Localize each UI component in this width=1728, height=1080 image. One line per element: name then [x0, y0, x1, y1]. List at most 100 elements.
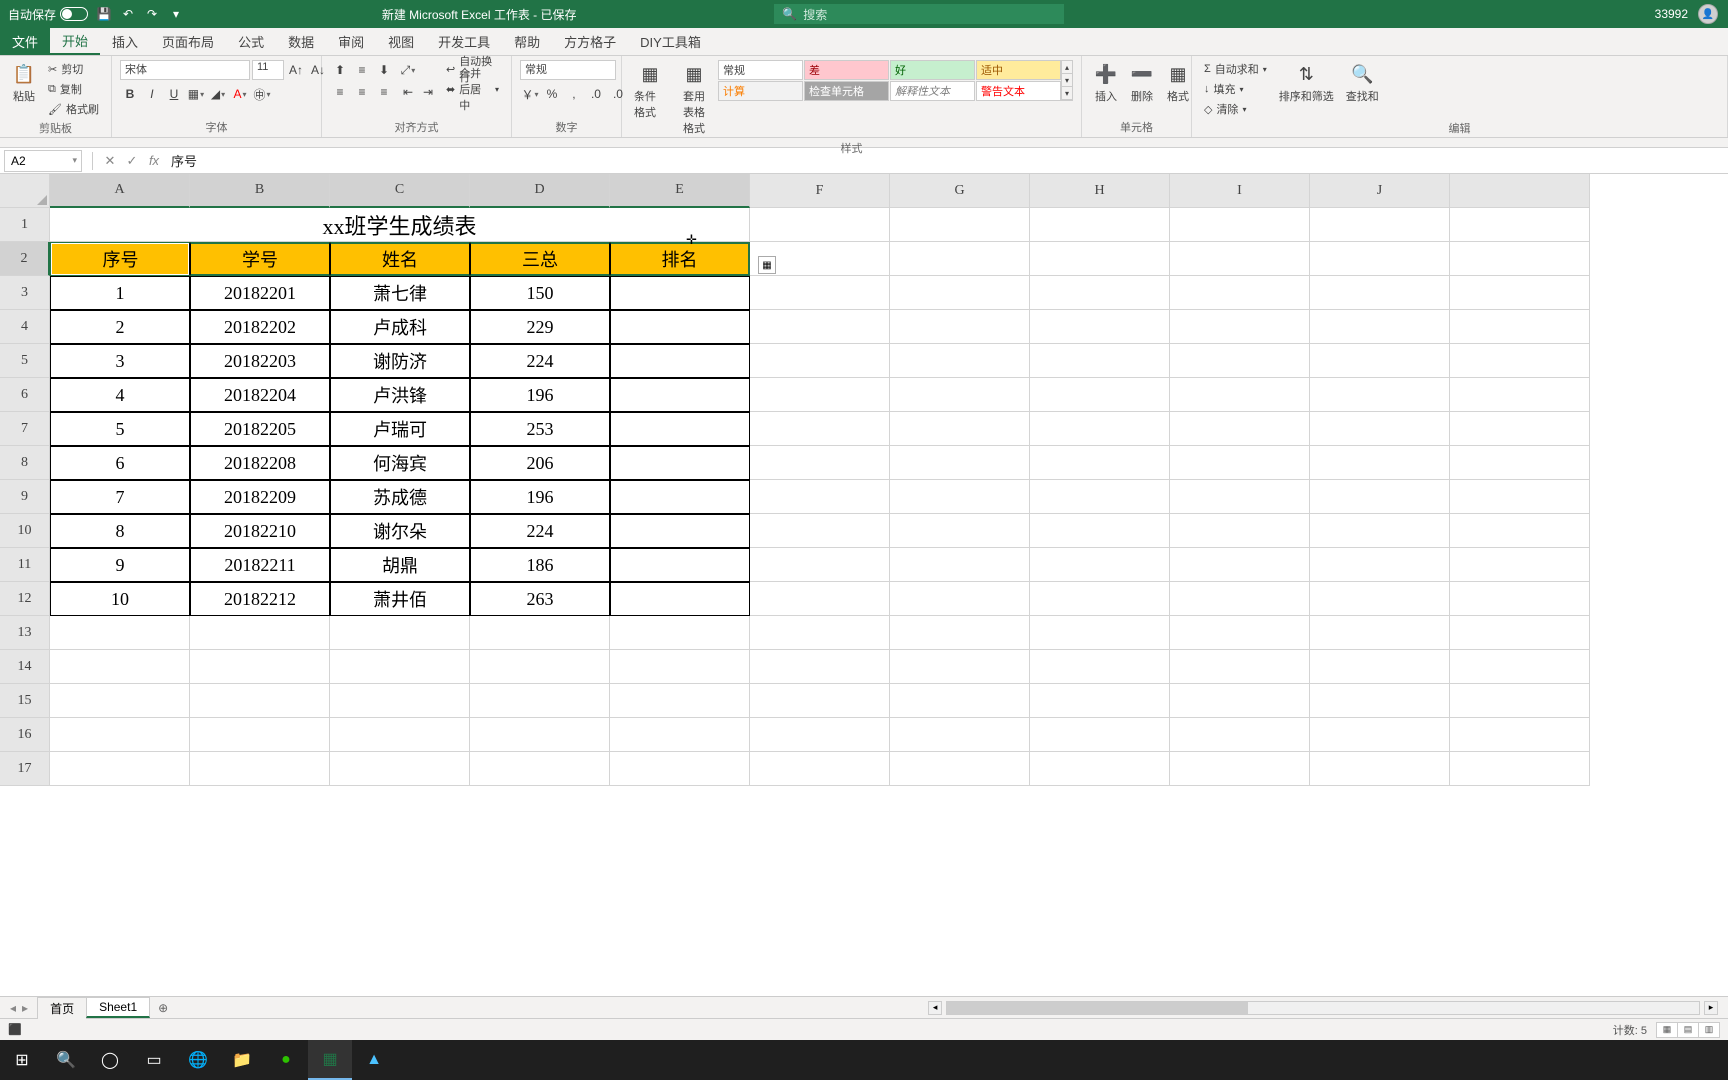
- accept-formula-icon[interactable]: ✓: [121, 153, 143, 169]
- conditional-formatting-button[interactable]: ▦ 条件格式: [630, 60, 670, 122]
- cell[interactable]: [750, 752, 890, 786]
- cell[interactable]: [1030, 548, 1170, 582]
- cell[interactable]: [1170, 310, 1310, 344]
- row-head-1[interactable]: 1: [0, 208, 50, 242]
- row-head-13[interactable]: 13: [0, 616, 50, 650]
- style-warn[interactable]: 警告文本: [976, 81, 1061, 101]
- format-as-table-button[interactable]: ▦ 套用 表格格式: [674, 60, 714, 138]
- cell[interactable]: [1450, 446, 1590, 480]
- redo-icon[interactable]: ↷: [144, 6, 160, 22]
- cell-r12-c4[interactable]: [610, 582, 750, 616]
- cell[interactable]: [1310, 378, 1450, 412]
- align-right-icon[interactable]: ≡: [374, 82, 394, 102]
- style-check[interactable]: 检查单元格: [804, 81, 889, 101]
- cell-r8-c2[interactable]: 何海宾: [330, 446, 470, 480]
- cell[interactable]: [1170, 650, 1310, 684]
- select-all-corner[interactable]: [0, 174, 50, 208]
- cell[interactable]: [750, 412, 890, 446]
- col-head-c[interactable]: C: [330, 174, 470, 208]
- tab-pagelayout[interactable]: 页面布局: [150, 28, 226, 55]
- fill-color-button[interactable]: ◢: [208, 84, 228, 104]
- cell[interactable]: [330, 752, 470, 786]
- user-avatar-icon[interactable]: 👤: [1698, 4, 1718, 24]
- cell[interactable]: [1310, 514, 1450, 548]
- sheet-nav-next-icon[interactable]: ▸: [22, 1001, 28, 1015]
- edge-icon[interactable]: 🌐: [176, 1040, 220, 1080]
- cell[interactable]: [330, 718, 470, 752]
- cell-r3-c4[interactable]: [610, 276, 750, 310]
- paste-button[interactable]: 📋 粘贴: [8, 60, 40, 106]
- cell[interactable]: [1170, 752, 1310, 786]
- cell[interactable]: [750, 514, 890, 548]
- cell[interactable]: [1450, 378, 1590, 412]
- row-head-9[interactable]: 9: [0, 480, 50, 514]
- row-head-6[interactable]: 6: [0, 378, 50, 412]
- cell-r12-c1[interactable]: 20182212: [190, 582, 330, 616]
- cell[interactable]: [1170, 548, 1310, 582]
- qat-more-icon[interactable]: ▾: [168, 6, 184, 22]
- comma-icon[interactable]: ,: [564, 84, 584, 104]
- cell[interactable]: [50, 752, 190, 786]
- align-middle-icon[interactable]: ≡: [352, 60, 372, 80]
- start-button[interactable]: ⊞: [0, 1040, 44, 1080]
- copy-button[interactable]: ⧉复制: [44, 80, 103, 98]
- style-neutral[interactable]: 适中: [976, 60, 1061, 80]
- cut-button[interactable]: ✂剪切: [44, 60, 103, 78]
- view-normal-icon[interactable]: ▦: [1656, 1022, 1678, 1038]
- row-head-16[interactable]: 16: [0, 718, 50, 752]
- cell[interactable]: [1170, 582, 1310, 616]
- cell[interactable]: [1170, 514, 1310, 548]
- cell[interactable]: [750, 582, 890, 616]
- cell[interactable]: [190, 684, 330, 718]
- tab-developer[interactable]: 开发工具: [426, 28, 502, 55]
- cell[interactable]: [1170, 446, 1310, 480]
- styles-more-icon[interactable]: ▾: [1062, 87, 1072, 100]
- cortana-icon[interactable]: ◯: [88, 1040, 132, 1080]
- cell[interactable]: [1030, 242, 1170, 276]
- row-head-7[interactable]: 7: [0, 412, 50, 446]
- row-head-15[interactable]: 15: [0, 684, 50, 718]
- cell[interactable]: [750, 276, 890, 310]
- cell-r8-c3[interactable]: 206: [470, 446, 610, 480]
- cell-r11-c2[interactable]: 胡鼎: [330, 548, 470, 582]
- view-pagebreak-icon[interactable]: ▥: [1698, 1022, 1720, 1038]
- col-head-g[interactable]: G: [890, 174, 1030, 208]
- cell[interactable]: [890, 446, 1030, 480]
- cell[interactable]: [1450, 514, 1590, 548]
- add-sheet-button[interactable]: ⊕: [150, 1001, 176, 1015]
- cell[interactable]: [890, 684, 1030, 718]
- cell[interactable]: [50, 684, 190, 718]
- worksheet-grid[interactable]: A B C D E F G H I J 1 xx班学生成绩表 2 序号 学号 姓…: [0, 174, 1728, 996]
- style-bad[interactable]: 差: [804, 60, 889, 80]
- cell-header-0[interactable]: 序号: [50, 242, 190, 276]
- increase-font-icon[interactable]: A↑: [286, 60, 306, 80]
- cell-r4-c4[interactable]: [610, 310, 750, 344]
- cell[interactable]: [890, 514, 1030, 548]
- cell-title[interactable]: xx班学生成绩表: [50, 208, 750, 242]
- cell[interactable]: [1030, 208, 1170, 242]
- cell[interactable]: [1310, 480, 1450, 514]
- fill-button[interactable]: ↓填充▾: [1200, 80, 1271, 98]
- cell-r5-c2[interactable]: 谢防济: [330, 344, 470, 378]
- cell[interactable]: [1310, 446, 1450, 480]
- cell[interactable]: [1450, 548, 1590, 582]
- cell[interactable]: [1030, 276, 1170, 310]
- insert-function-icon[interactable]: fx: [143, 153, 165, 168]
- cell-r3-c2[interactable]: 萧七律: [330, 276, 470, 310]
- cell-r4-c3[interactable]: 229: [470, 310, 610, 344]
- cell[interactable]: [1310, 276, 1450, 310]
- cell[interactable]: [1030, 718, 1170, 752]
- cell-r11-c0[interactable]: 9: [50, 548, 190, 582]
- cell[interactable]: [1310, 718, 1450, 752]
- taskview-icon[interactable]: ▭: [132, 1040, 176, 1080]
- cell[interactable]: [750, 344, 890, 378]
- cell[interactable]: [330, 616, 470, 650]
- cell-header-2[interactable]: 姓名: [330, 242, 470, 276]
- bold-button[interactable]: B: [120, 84, 140, 104]
- row-head-4[interactable]: 4: [0, 310, 50, 344]
- cell[interactable]: [890, 582, 1030, 616]
- cell[interactable]: [1030, 752, 1170, 786]
- cell[interactable]: [1170, 276, 1310, 310]
- cell[interactable]: [1170, 378, 1310, 412]
- col-head-a[interactable]: A: [50, 174, 190, 208]
